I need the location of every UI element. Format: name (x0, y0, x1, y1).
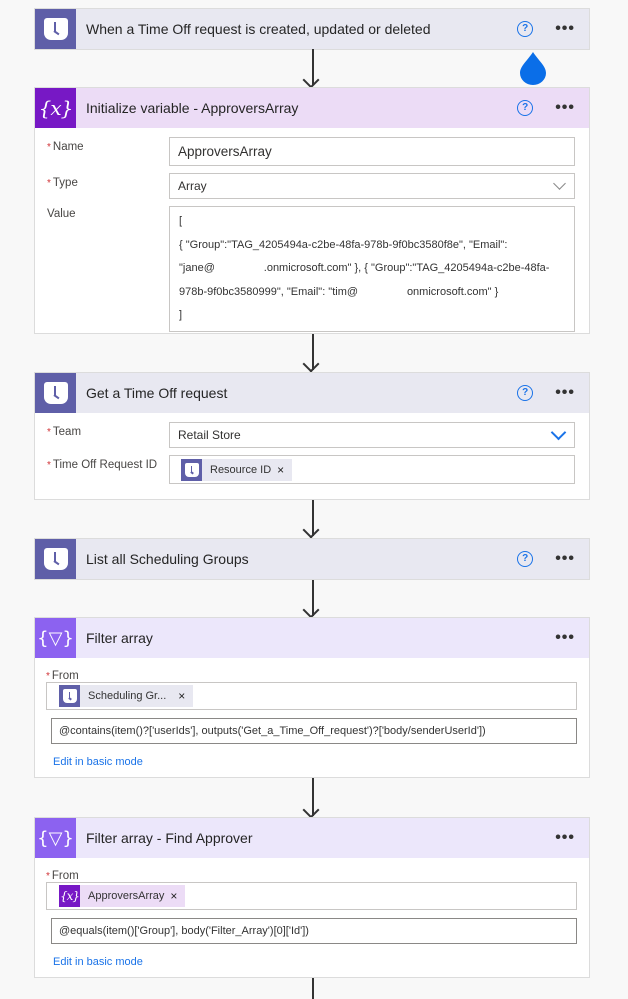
step-title: Initialize variable - ApproversArray (86, 100, 299, 116)
teams-shifts-icon (35, 539, 76, 579)
scheduling-groups-token[interactable]: Scheduling Gr... × (59, 685, 194, 707)
connector-arrow-icon (302, 801, 320, 819)
filter-find-approver-header[interactable]: {▽} Filter array - Find Approver ••• (35, 818, 589, 858)
edit-in-basic-mode-link[interactable]: Edit in basic mode (53, 756, 577, 768)
help-button[interactable]: ? (517, 100, 534, 116)
initialize-variable-card[interactable]: {x} Initialize variable - ApproversArray… (34, 87, 590, 334)
from-label: * From (46, 870, 79, 882)
more-options-button[interactable]: ••• (555, 100, 575, 116)
more-options-button[interactable]: ••• (555, 830, 575, 846)
step-title: Filter array (86, 630, 153, 646)
from-input[interactable]: {x} ApproversArray × (46, 882, 577, 910)
variable-value-input[interactable]: [ { "Group":"TAG_4205494a-c2be-48fa-978b… (169, 206, 575, 332)
approvers-array-token[interactable]: {x} ApproversArray × (59, 885, 186, 907)
teams-shifts-icon (59, 685, 80, 707)
condition-expression-input[interactable]: @contains(item()?['userIds'], outputs('G… (51, 718, 577, 744)
connector-arrow-icon (302, 71, 320, 89)
list-scheduling-groups-card[interactable]: List all Scheduling Groups ? ••• (34, 538, 590, 580)
teams-shifts-icon (35, 9, 76, 49)
teams-shifts-icon (35, 373, 76, 413)
more-options-button[interactable]: ••• (555, 385, 575, 401)
connector-arrow-icon (302, 601, 320, 619)
edit-in-basic-mode-link[interactable]: Edit in basic mode (53, 956, 577, 968)
remove-token-icon[interactable]: × (170, 889, 177, 903)
filter-array-card[interactable]: {▽} Filter array ••• * From Scheduling Gr… (34, 617, 590, 778)
variable-icon: {x} (35, 88, 76, 128)
filter-array-icon: {▽} (35, 618, 76, 658)
initialize-variable-header[interactable]: {x} Initialize variable - ApproversArray… (35, 88, 589, 128)
connector-line (312, 978, 314, 999)
teams-shifts-icon (181, 458, 202, 481)
filter-array-header[interactable]: {▽} Filter array ••• (35, 618, 589, 658)
drop-marker-icon (520, 52, 546, 85)
step-title: List all Scheduling Groups (86, 551, 249, 567)
trigger-header[interactable]: When a Time Off request is created, upda… (35, 9, 589, 49)
chevron-down-icon (550, 424, 567, 441)
from-label: * From (46, 670, 79, 682)
filter-find-approver-card[interactable]: {▽} Filter array - Find Approver ••• * Fr… (34, 817, 590, 978)
variable-name-input[interactable]: ApproversArray (169, 137, 575, 166)
remove-token-icon[interactable]: × (178, 689, 185, 703)
get-time-off-header[interactable]: Get a Time Off request ? ••• (35, 373, 589, 413)
help-button[interactable]: ? (517, 385, 534, 401)
connector-arrow-icon (302, 521, 320, 539)
team-select[interactable]: Retail Store (169, 422, 575, 448)
connector-arrow-icon (302, 355, 320, 373)
help-button[interactable]: ? (517, 21, 534, 37)
more-options-button[interactable]: ••• (555, 551, 575, 567)
type-label: * Type (47, 177, 78, 189)
variable-type-select[interactable]: Array (169, 173, 575, 199)
time-off-request-id-input[interactable]: Resource ID × (169, 455, 575, 484)
from-input[interactable]: Scheduling Gr... × (46, 682, 577, 710)
name-label: * Name (47, 141, 84, 153)
resource-id-token[interactable]: Resource ID × (181, 458, 293, 481)
filter-array-icon: {▽} (35, 818, 76, 858)
condition-expression-input[interactable]: @equals(item()['Group'], body('Filter_Ar… (51, 918, 577, 944)
team-label: * Team (47, 426, 82, 438)
step-title: When a Time Off request is created, upda… (86, 21, 431, 37)
get-time-off-request-card[interactable]: Get a Time Off request ? ••• * Team Retai… (34, 372, 590, 500)
value-label: Value (47, 208, 76, 220)
more-options-button[interactable]: ••• (555, 630, 575, 646)
variable-icon: {x} (59, 885, 80, 907)
step-title: Get a Time Off request (86, 385, 228, 401)
trigger-card[interactable]: When a Time Off request is created, upda… (34, 8, 590, 50)
more-options-button[interactable]: ••• (555, 21, 575, 37)
chevron-down-icon (553, 177, 566, 190)
step-title: Filter array - Find Approver (86, 830, 253, 846)
list-groups-header[interactable]: List all Scheduling Groups ? ••• (35, 539, 589, 579)
remove-token-icon[interactable]: × (277, 463, 284, 477)
help-button[interactable]: ? (517, 551, 534, 567)
time-off-request-id-label: * Time Off Request ID (47, 459, 158, 471)
